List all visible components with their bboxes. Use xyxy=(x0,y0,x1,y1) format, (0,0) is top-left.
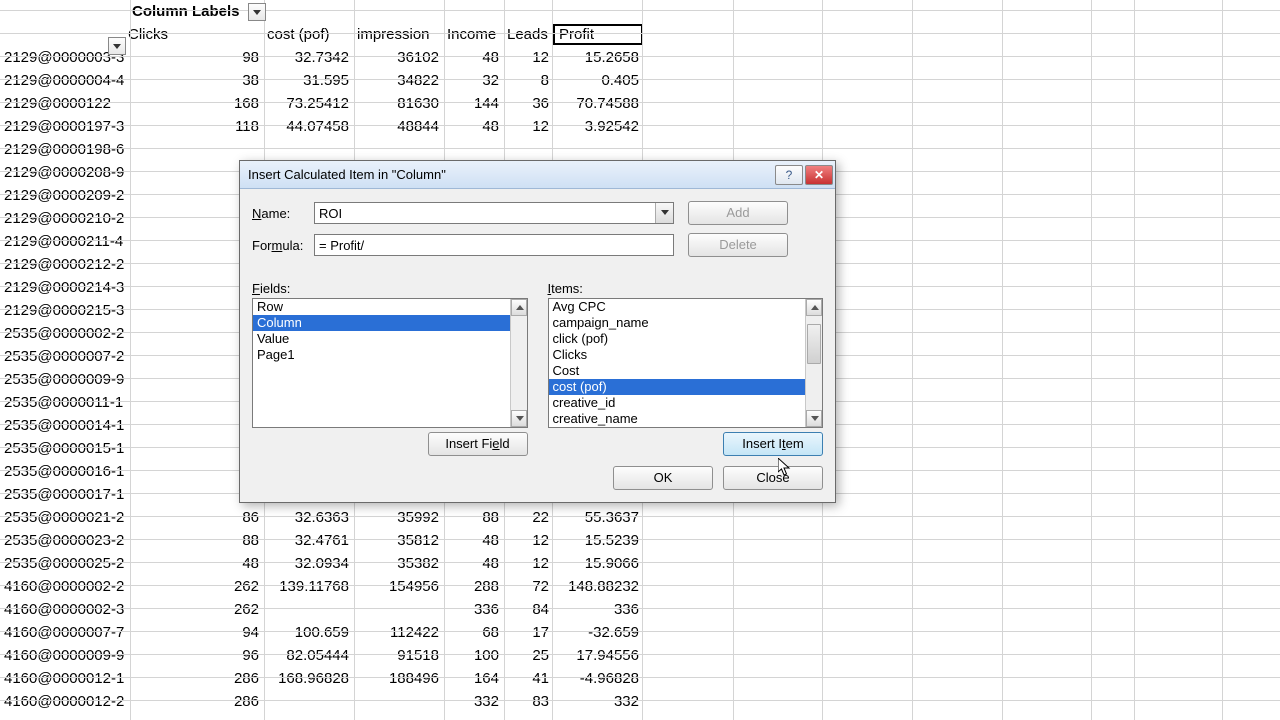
close-button[interactable]: Close xyxy=(723,466,823,490)
scroll-down-icon[interactable] xyxy=(511,410,527,427)
add-button[interactable]: Add xyxy=(688,201,788,225)
list-item[interactable]: creative_name xyxy=(549,411,806,427)
hdr-income[interactable]: Income xyxy=(443,26,503,43)
scroll-up-icon[interactable] xyxy=(511,299,527,316)
scroll-up-icon[interactable] xyxy=(806,299,822,316)
table-row[interactable]: 2129@0000004-43831.595348223280.405 xyxy=(0,69,1280,92)
table-row[interactable]: 4160@0000012-1286168.9682818849616441-4.… xyxy=(0,667,1280,690)
table-row[interactable]: 2535@0000025-24832.093435382481215.9066 xyxy=(0,552,1280,575)
dialog-titlebar[interactable]: Insert Calculated Item in "Column" ? ✕ xyxy=(240,161,835,189)
close-icon[interactable]: ✕ xyxy=(805,165,833,185)
hdr-impression[interactable]: impression xyxy=(353,26,443,43)
table-row[interactable]: 4160@0000009-99682.05444915181002517.945… xyxy=(0,644,1280,667)
help-button[interactable]: ? xyxy=(775,165,803,185)
list-item[interactable]: Page1 xyxy=(253,347,510,363)
table-row[interactable]: 4160@0000002-2262139.1176815495628872148… xyxy=(0,575,1280,598)
column-labels-row: Column Labels xyxy=(0,0,1280,23)
table-row[interactable]: 4160@0000012-228633283332 xyxy=(0,690,1280,713)
name-combo[interactable] xyxy=(314,202,674,224)
table-row[interactable]: 4160@0000007-794100.6591124226817-32.659 xyxy=(0,621,1280,644)
list-item[interactable]: campaign_name xyxy=(549,315,806,331)
scroll-down-icon[interactable] xyxy=(806,410,822,427)
name-input[interactable] xyxy=(315,203,655,223)
table-row[interactable]: 2129@0000198-6 xyxy=(0,138,1280,161)
dialog-title: Insert Calculated Item in "Column" xyxy=(248,167,773,182)
items-scrollbar[interactable] xyxy=(805,299,822,427)
list-item[interactable]: Value xyxy=(253,331,510,347)
row-filter-icon[interactable] xyxy=(108,37,126,55)
chevron-down-icon[interactable] xyxy=(655,203,673,223)
insert-calculated-item-dialog: Insert Calculated Item in "Column" ? ✕ N… xyxy=(239,160,836,503)
list-item[interactable]: cost (pof) xyxy=(549,379,806,395)
column-labels-text: Column Labels xyxy=(128,3,244,20)
formula-label: Formula: xyxy=(252,238,314,253)
list-item[interactable]: creative_id xyxy=(549,395,806,411)
ok-button[interactable]: OK xyxy=(613,466,713,490)
hdr-profit[interactable]: Profit xyxy=(553,24,643,45)
list-item[interactable]: Row xyxy=(253,299,510,315)
list-item[interactable]: Clicks xyxy=(549,347,806,363)
table-row[interactable]: 2535@0000023-28832.476135812481215.5239 xyxy=(0,529,1280,552)
delete-button[interactable]: Delete xyxy=(688,233,788,257)
list-item[interactable]: Cost xyxy=(549,363,806,379)
table-row[interactable]: 2129@0000197-311844.074584884448123.9254… xyxy=(0,115,1280,138)
hdr-clicks[interactable]: Clicks xyxy=(128,26,263,43)
fields-scrollbar[interactable] xyxy=(510,299,527,427)
items-listbox[interactable]: Avg CPCcampaign_nameclick (pof)ClicksCos… xyxy=(548,298,824,428)
name-label: Name: xyxy=(252,206,314,221)
table-row[interactable]: 2535@0000021-28632.636335992882255.3637 xyxy=(0,506,1280,529)
list-item[interactable]: Avg CPC xyxy=(549,299,806,315)
fields-listbox[interactable]: RowColumnValuePage1 xyxy=(252,298,528,428)
items-label: Items: xyxy=(548,281,824,296)
insert-item-button[interactable]: Insert Item xyxy=(723,432,823,456)
fields-label: Fields: xyxy=(252,281,528,296)
formula-input[interactable] xyxy=(315,235,673,255)
table-row[interactable]: 2129@0000003-39832.734236102481215.2658 xyxy=(0,46,1280,69)
insert-field-button[interactable]: Insert Field xyxy=(428,432,528,456)
table-row[interactable]: 2129@000012216873.25412816301443670.7458… xyxy=(0,92,1280,115)
table-row[interactable]: 4160@0000002-326233684336 xyxy=(0,598,1280,621)
column-labels-filter-icon[interactable] xyxy=(248,3,266,21)
formula-field[interactable] xyxy=(314,234,674,256)
hdr-cost[interactable]: cost (pof) xyxy=(263,26,353,43)
hdr-leads[interactable]: Leads xyxy=(503,26,553,43)
header-row: Clicks cost (pof) impression Income Lead… xyxy=(0,23,1280,46)
list-item[interactable]: Column xyxy=(253,315,510,331)
list-item[interactable]: click (pof) xyxy=(549,331,806,347)
